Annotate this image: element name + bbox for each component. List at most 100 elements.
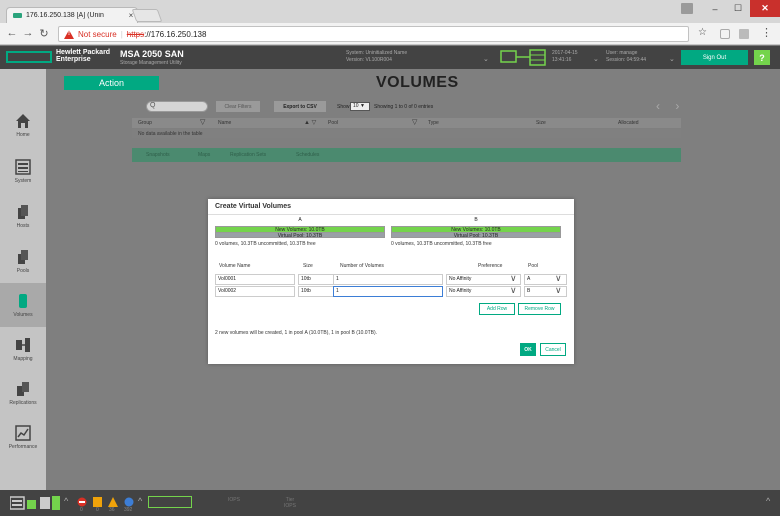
pools-icon (18, 249, 28, 264)
column-pool[interactable]: Pool (328, 120, 338, 126)
sidebar-item-label: Replications (9, 399, 37, 406)
action-button[interactable]: Action (64, 76, 159, 90)
expand-footer-icon[interactable]: ^ (766, 496, 770, 506)
forward-arrow-icon[interactable]: → (22, 27, 34, 39)
warning-icon (64, 29, 74, 39)
tier-iops: Tier IOPS (284, 497, 296, 509)
brand-line-1: Hewlett Packard (56, 49, 111, 56)
clear-filters-button[interactable]: Clear Filters (216, 101, 260, 112)
sidebar-item-label: Hosts (16, 222, 30, 229)
sidebar-item-home[interactable]: Home (0, 103, 46, 147)
performance-icon (15, 424, 31, 441)
remove-row-button[interactable]: Remove Row (518, 303, 561, 315)
sidebar-item-mapping[interactable]: Mapping (0, 327, 46, 371)
profile-icon[interactable] (681, 3, 693, 14)
storage-system-icon[interactable] (500, 49, 548, 66)
critical-count: 0 (80, 507, 83, 513)
export-csv-button[interactable]: Export to CSV (274, 101, 326, 112)
system-dropdown-chevron-icon[interactable]: ⌄ (483, 55, 489, 63)
add-row-button[interactable]: Add Row (479, 303, 515, 315)
volume-count-input[interactable]: 1 (333, 286, 443, 297)
sidebar-item-volumes[interactable]: Volumes (0, 283, 46, 327)
host-iops: IOPS (228, 497, 240, 503)
volumes-icon (19, 293, 27, 308)
table-header: Group ▽ Name ▲ ▽ Pool ▽ Type Size Alloca… (132, 118, 681, 128)
maximize-button[interactable]: ☐ (727, 0, 749, 17)
volume-size-input[interactable]: 10tb (298, 286, 338, 297)
user-dropdown-chevron-icon[interactable]: ⌄ (669, 55, 675, 63)
bookmark-star-icon[interactable]: ☆ (698, 27, 707, 38)
tab-title: 176.16.250.138 [A] (Unin (26, 12, 104, 19)
system-info[interactable]: System: Uninitialized Name Version: VL10… (346, 50, 407, 64)
chevron-down-icon[interactable]: ∨ (555, 274, 562, 283)
sidebar-item-replications[interactable]: Replications (0, 371, 46, 415)
filter-icon[interactable]: ▽ (200, 118, 205, 126)
tab-schedules[interactable]: Schedules (296, 152, 319, 158)
creation-summary: 2 new volumes will be created, 1 in pool… (215, 330, 378, 336)
new-tab-button[interactable] (131, 9, 163, 22)
chevron-down-icon[interactable]: ∨ (510, 286, 517, 295)
page-size-select[interactable]: 10 ▼ (350, 102, 370, 111)
browser-menu-icon[interactable]: ⋮ (761, 26, 772, 39)
column-group[interactable]: Group (138, 120, 152, 126)
ok-button[interactable]: OK (520, 343, 536, 356)
search-input[interactable]: Q (146, 101, 208, 112)
system-health-icon[interactable] (10, 496, 62, 510)
time: 13:41:16 (552, 57, 572, 63)
sidebar-item-pools[interactable]: Pools (0, 239, 46, 283)
product-subtitle: Storage Management Utility (120, 60, 182, 66)
help-button[interactable]: ? (754, 50, 770, 65)
date-time[interactable]: 2017-04-15 13:41:16 (552, 50, 578, 64)
tab-maps[interactable]: Maps (198, 152, 210, 158)
hpe-logo-icon (6, 51, 52, 63)
minimize-button[interactable]: – (704, 0, 726, 17)
sidebar-item-performance[interactable]: Performance (0, 415, 46, 459)
collapse-up-icon[interactable]: ^ (64, 496, 68, 506)
url-host: ://176.16.250.138 (144, 29, 207, 39)
collapse-up-icon[interactable]: ^ (138, 496, 142, 506)
url-bar[interactable]: Not secure | https://176.16.250.138 (58, 26, 689, 42)
sidebar-item-label: System (14, 177, 32, 184)
url-scheme: https (126, 29, 145, 39)
sidebar-item-label: Pools (16, 267, 30, 274)
volume-count-input[interactable]: 1 (333, 274, 443, 285)
column-type[interactable]: Type (428, 120, 439, 126)
cancel-button[interactable]: Cancel (540, 343, 566, 356)
tab-replication-sets[interactable]: Replication Sets (230, 152, 266, 158)
pool-a-summary: A New Volumes: 10.0TB Virtual Pool: 10.3… (215, 217, 385, 247)
system-name: System: Uninitialized Name (346, 50, 408, 56)
back-arrow-icon[interactable]: ← (6, 27, 18, 39)
column-allocated[interactable]: Allocated (618, 120, 639, 126)
volume-size-input[interactable]: 10tb (298, 274, 338, 285)
date-dropdown-chevron-icon[interactable]: ⌄ (593, 55, 599, 63)
replications-icon (17, 381, 29, 396)
sort-asc-filter-icon[interactable]: ▲ ▽ (304, 119, 316, 126)
sidebar-item-system[interactable]: System (0, 149, 46, 193)
pool-name: A (298, 217, 302, 223)
extension-icon-2[interactable] (739, 29, 749, 39)
column-size[interactable]: Size (536, 120, 546, 126)
session-timer: Session: 04:59:44 (606, 57, 647, 63)
browser-tab[interactable]: 176.16.250.138 [A] (Unin × (6, 7, 138, 23)
chevron-down-icon[interactable]: ∨ (555, 286, 562, 295)
product-name: MSA 2050 SAN (120, 49, 184, 59)
status-footer: ^ 0 0 36 392 ^ IOPS Tier IOPS ^ (0, 490, 780, 516)
volume-row: Vol0002 10tb 1 No Affinity ∨ B ∨ (215, 286, 567, 297)
sign-out-button[interactable]: Sign Out (681, 50, 748, 65)
filter-icon[interactable]: ▽ (412, 118, 417, 126)
tab-snapshots[interactable]: Snapshots (146, 152, 170, 158)
date: 2017-04-15 (552, 50, 578, 56)
detail-tabs: Snapshots Maps Replication Sets Schedule… (132, 148, 681, 162)
extension-icon[interactable] (720, 29, 730, 39)
sidebar-item-hosts[interactable]: Hosts (0, 194, 46, 238)
volume-name-input[interactable]: Vol0002 (215, 286, 295, 297)
close-window-button[interactable]: ✕ (750, 0, 780, 17)
pagination-arrows[interactable]: ‹ › (656, 99, 685, 113)
reload-icon[interactable]: ↻ (38, 27, 50, 40)
column-name[interactable]: Name (218, 120, 231, 126)
chevron-down-icon[interactable]: ∨ (510, 274, 517, 283)
activity-meter[interactable] (148, 496, 192, 508)
volume-name-input[interactable]: Vol0001 (215, 274, 295, 285)
url-separator: | (120, 29, 123, 39)
user-info[interactable]: User: manage Session: 04:59:44 (606, 50, 646, 64)
